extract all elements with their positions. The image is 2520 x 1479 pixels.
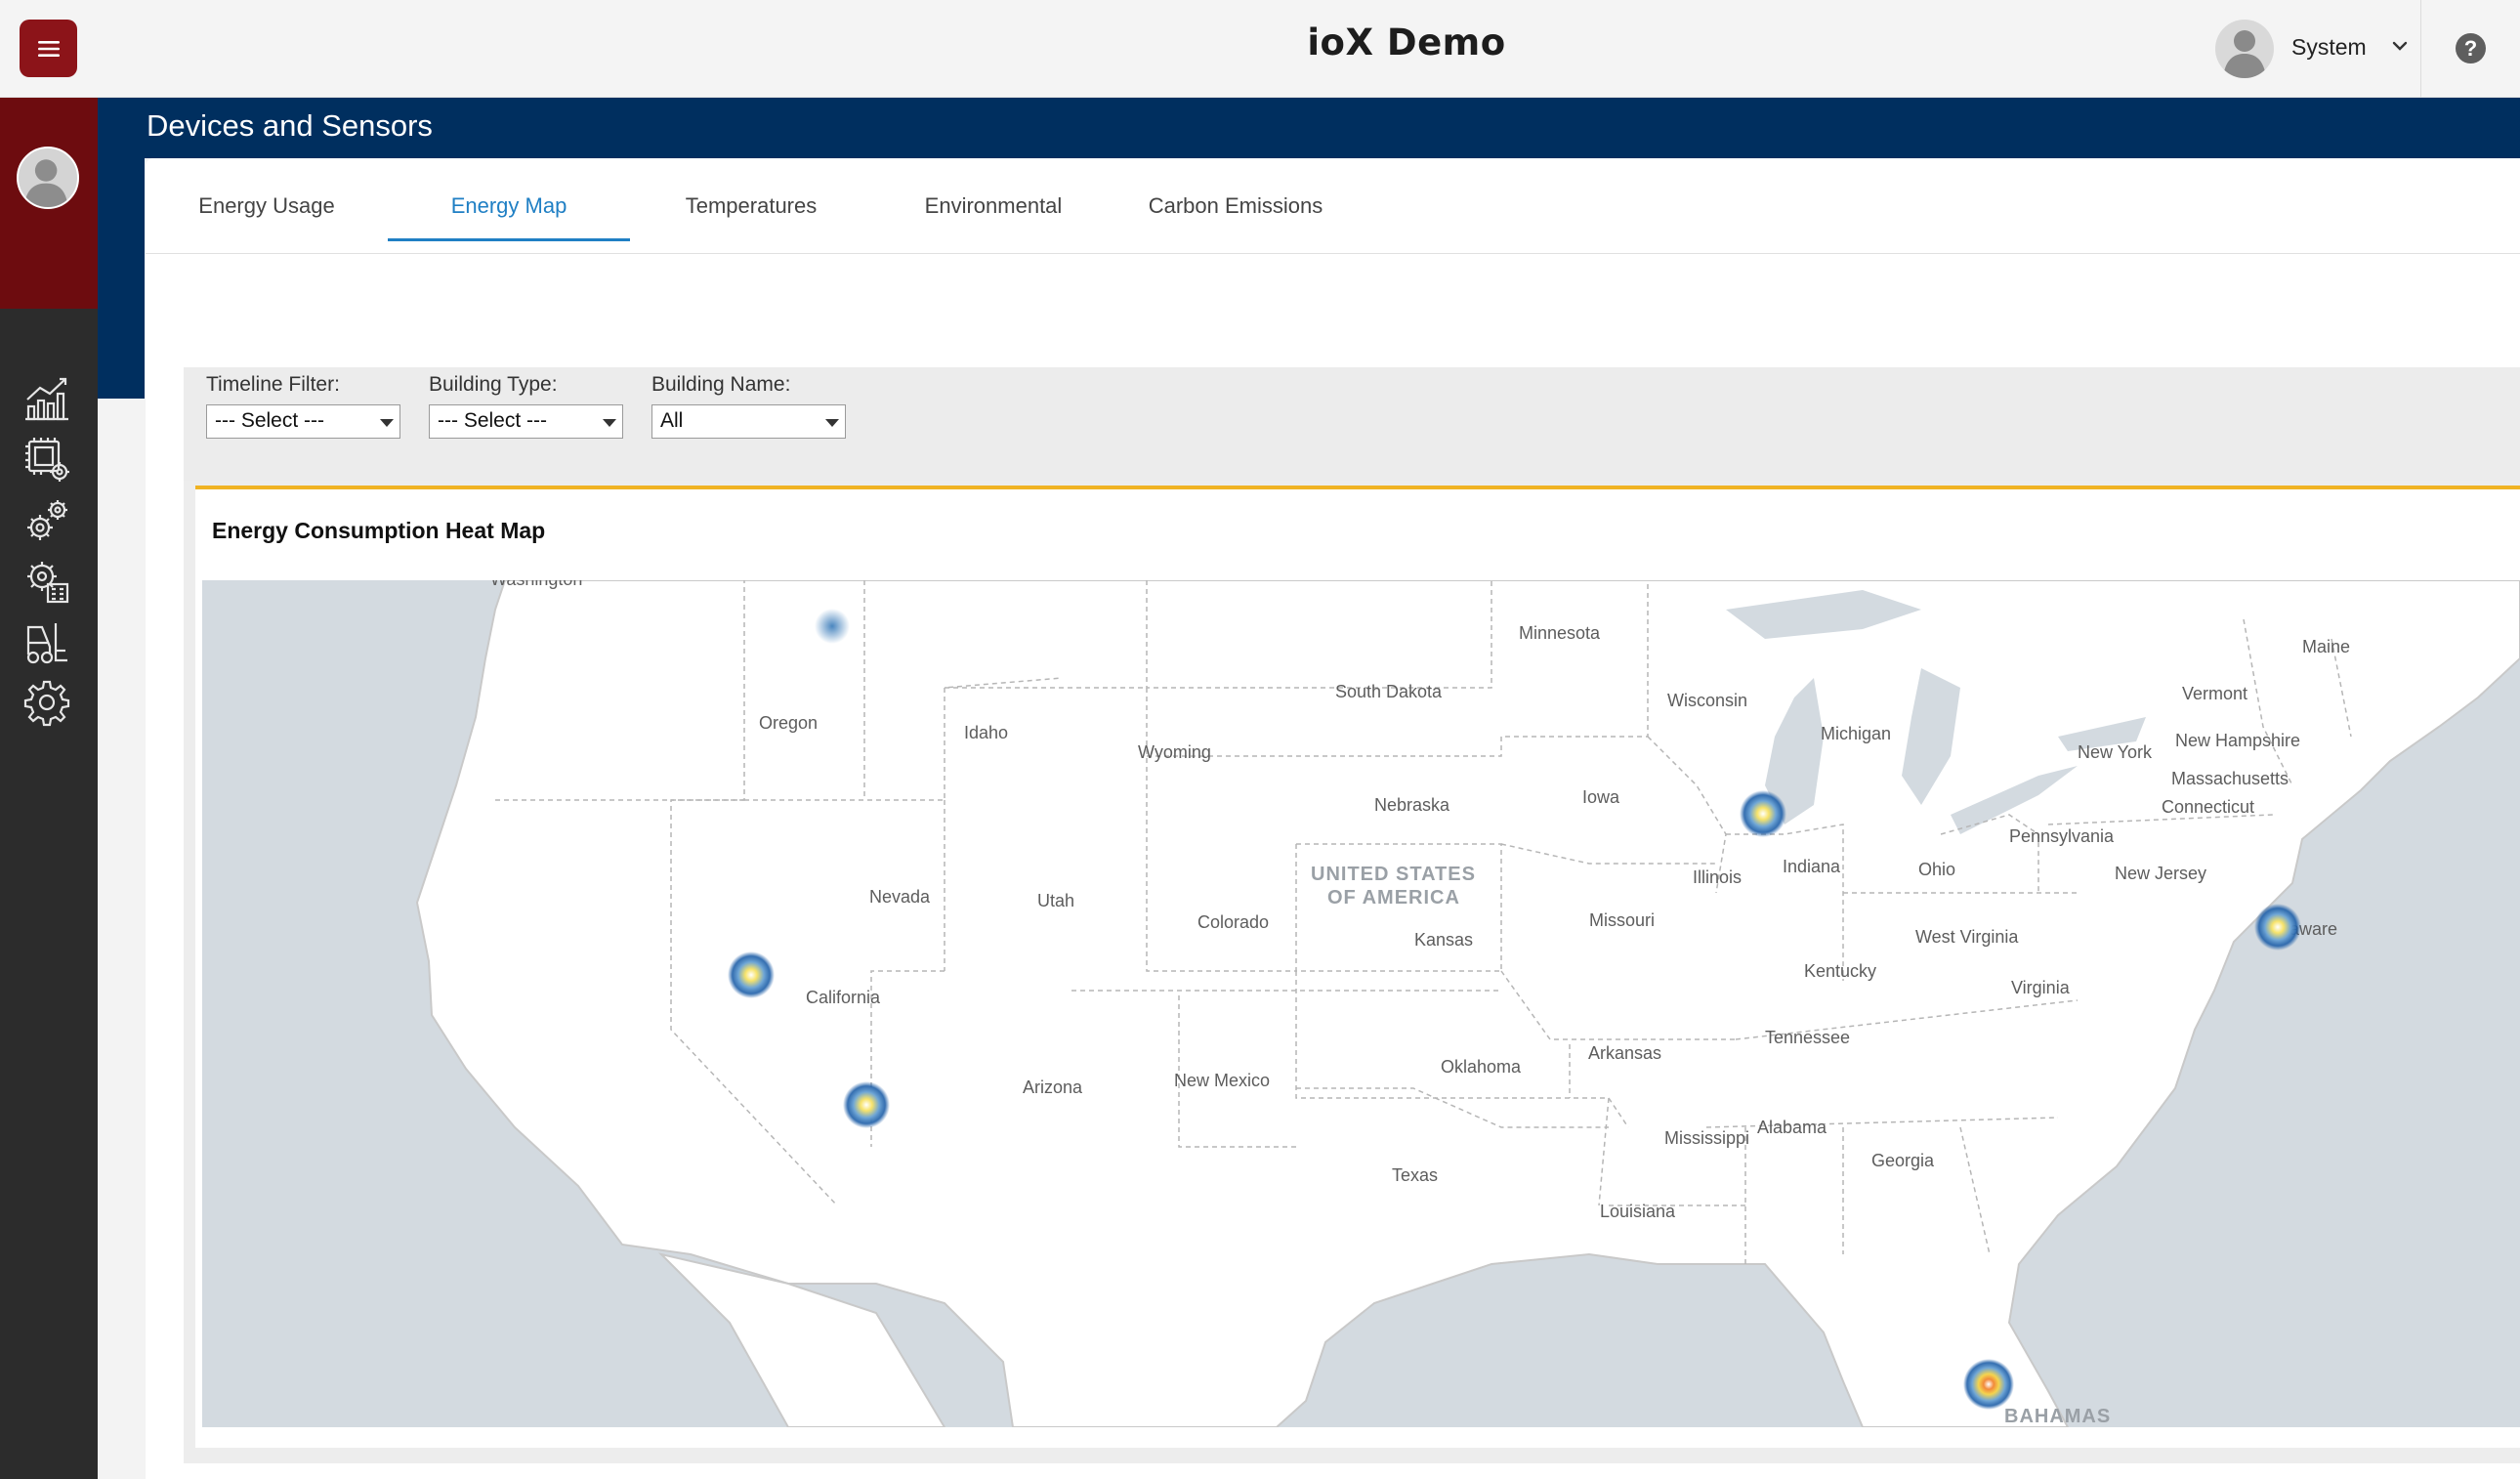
state-label: Connecticut <box>2162 797 2254 817</box>
timeline-filter: Timeline Filter: --- Select --- <box>206 373 400 439</box>
building-name-value: All <box>660 409 684 432</box>
top-bar: ioX Demo System ? <box>0 0 2520 98</box>
country-label: BAHAMAS <box>2004 1406 2111 1427</box>
building-type-label: Building Type: <box>429 373 558 396</box>
state-label: Texas <box>1392 1165 1438 1185</box>
building-name-select[interactable]: All <box>651 404 846 439</box>
heat-hotspot[interactable] <box>1740 790 1786 837</box>
tab-carbon-emissions[interactable]: Carbon Emissions <box>1114 193 1357 219</box>
forklift-icon[interactable] <box>22 617 71 666</box>
active-tab-indicator <box>388 238 630 241</box>
hamburger-menu-icon <box>37 40 60 57</box>
state-label: Missouri <box>1589 910 1655 930</box>
state-label: New York <box>2078 742 2153 762</box>
dropdown-caret-icon <box>380 419 394 427</box>
state-label: South Dakota <box>1335 682 1443 701</box>
tab-temperatures[interactable]: Temperatures <box>630 193 872 219</box>
page-title: Devices and Sensors <box>147 108 433 143</box>
country-label: OF AMERICA <box>1327 887 1460 909</box>
state-label: Illinois <box>1693 867 1742 887</box>
chevron-down-icon[interactable] <box>2389 35 2411 57</box>
heat-map[interactable]: Washington Oregon Idaho Wyoming South Da… <box>202 580 2520 1427</box>
state-label: Louisiana <box>1600 1202 1676 1221</box>
heat-hotspot[interactable] <box>1963 1359 2014 1410</box>
question-mark-icon[interactable]: ? <box>2456 33 2486 63</box>
dropdown-caret-icon <box>603 419 616 427</box>
state-label: Ohio <box>1918 860 1955 879</box>
state-label: Utah <box>1037 891 1074 910</box>
state-label: Oklahoma <box>1441 1057 1522 1077</box>
divider <box>2420 0 2421 98</box>
state-label: Indiana <box>1783 857 1841 876</box>
app-title: ioX Demo <box>1307 21 1506 63</box>
state-label: Nevada <box>869 887 931 907</box>
state-label: Mississippi <box>1664 1128 1749 1148</box>
settings-gear-icon[interactable] <box>22 678 71 727</box>
timeline-filter-value: --- Select --- <box>215 409 324 432</box>
building-type-filter: Building Type: --- Select --- <box>429 373 623 439</box>
user-name[interactable]: System <box>2291 34 2367 61</box>
state-label: Maine <box>2302 637 2350 656</box>
state-label: Alabama <box>1757 1118 1827 1137</box>
state-label: Vermont <box>2182 684 2247 703</box>
state-label: Colorado <box>1197 912 1269 932</box>
timeline-filter-label: Timeline Filter: <box>206 373 340 396</box>
device-settings-icon[interactable] <box>22 435 71 484</box>
state-label: Massachusetts <box>2171 769 2289 788</box>
building-type-select[interactable]: --- Select --- <box>429 404 623 439</box>
state-label: Wisconsin <box>1667 691 1747 710</box>
state-label: Nebraska <box>1374 795 1450 815</box>
state-label: New Jersey <box>2115 864 2206 883</box>
state-label: Michigan <box>1821 724 1891 743</box>
state-label: Georgia <box>1871 1151 1935 1170</box>
tab-environmental[interactable]: Environmental <box>872 193 1114 219</box>
state-label: Tennessee <box>1765 1028 1850 1047</box>
heat-hotspot[interactable] <box>728 951 775 998</box>
state-label: New Hampshire <box>2175 731 2300 750</box>
state-label: Pennsylvania <box>2009 826 2115 846</box>
timeline-filter-select[interactable]: --- Select --- <box>206 404 400 439</box>
state-label: Arizona <box>1023 1078 1083 1097</box>
left-sidebar <box>0 98 98 1479</box>
page-header-band <box>98 98 2520 158</box>
state-label: Washington <box>490 580 582 589</box>
building-settings-icon[interactable] <box>22 557 71 606</box>
user-avatar[interactable] <box>2215 20 2274 78</box>
heat-hotspot[interactable] <box>2254 904 2301 951</box>
state-label: Oregon <box>759 713 818 733</box>
us-map[interactable]: Washington Oregon Idaho Wyoming South Da… <box>202 580 2520 1427</box>
heat-hotspot[interactable] <box>815 609 850 644</box>
country-label: UNITED STATES <box>1311 864 1476 885</box>
building-name-label: Building Name: <box>651 373 791 396</box>
state-label: West Virginia <box>1915 927 2019 947</box>
hamburger-menu-button[interactable] <box>20 20 77 77</box>
state-label: Arkansas <box>1588 1043 1661 1063</box>
state-label: Virginia <box>2011 978 2071 997</box>
state-label: Iowa <box>1582 787 1620 807</box>
heat-hotspot[interactable] <box>843 1081 890 1128</box>
state-label: Idaho <box>964 723 1008 742</box>
building-type-value: --- Select --- <box>438 409 547 432</box>
state-label: Wyoming <box>1138 742 1211 762</box>
state-label: Kentucky <box>1804 961 1876 981</box>
state-label: Minnesota <box>1519 623 1601 643</box>
tab-energy-usage[interactable]: Energy Usage <box>146 193 388 219</box>
state-label: New Mexico <box>1174 1071 1270 1090</box>
state-label: Kansas <box>1414 930 1473 950</box>
state-label: California <box>806 988 881 1007</box>
heat-map-title: Energy Consumption Heat Map <box>212 518 546 543</box>
gears-icon[interactable] <box>22 496 71 545</box>
sidebar-avatar[interactable] <box>17 147 79 209</box>
dropdown-caret-icon <box>825 419 839 427</box>
analytics-chart-icon[interactable] <box>22 374 71 423</box>
page-header-band-side <box>98 158 145 399</box>
sidebar-user-section <box>0 98 98 309</box>
tab-energy-map[interactable]: Energy Map <box>388 193 630 219</box>
building-name-filter: Building Name: All <box>651 373 846 439</box>
